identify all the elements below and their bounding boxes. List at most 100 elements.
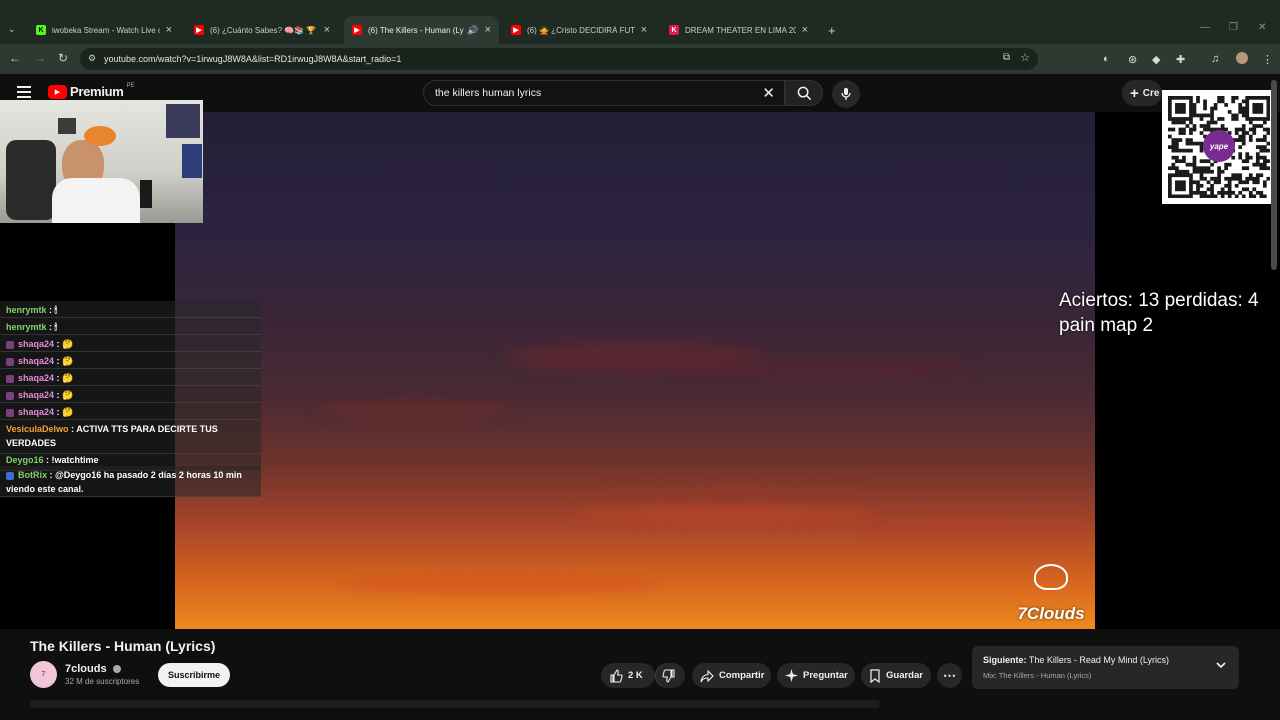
subscriber-badge-icon [6,408,14,417]
close-window-icon[interactable]: ✕ [1258,22,1266,33]
share-label: Compartir [719,670,765,681]
cloud-logo-icon [1034,564,1068,590]
thumbs-down-icon [662,668,675,683]
chat-username: shaqa24 [18,390,55,400]
extension-icon[interactable]: ◆ [1152,53,1160,66]
audio-playing-icon[interactable]: 🔊 [467,25,478,36]
hamburger-menu-icon[interactable] [17,86,31,98]
ask-label: Preguntar [803,670,848,681]
chat-text: 🕯 [54,305,58,315]
country-code: PE [126,82,135,89]
subscriber-badge-icon [6,340,14,349]
up-next-playlist: Mix: The Killers - Human (Lyrics) [983,671,1092,680]
description-box-edge [30,700,880,708]
subscriber-badge-icon [6,374,14,383]
bookmark-icon [870,668,880,683]
channel-name-text: 7clouds [65,663,107,675]
yape-logo: yape [1203,130,1235,162]
chat-message: shaqa24 : 🤔 [6,405,256,419]
share-button[interactable]: Compartir [692,663,771,688]
extension-icon[interactable]: ⊛ [1128,53,1137,66]
chat-message: shaqa24 : 🤔 [6,371,256,385]
site-info-icon[interactable]: ⚙ [88,53,96,64]
url-text: youtube.com/watch?v=1irwugJ8W8A&list=RD1… [104,54,402,64]
kick-icon: K [36,25,46,35]
url-bar[interactable]: ⚙ youtube.com/watch?v=1irwugJ8W8A&list=R… [80,48,1038,70]
clear-search-icon[interactable]: ✕ [762,84,775,102]
extensions-puzzle-icon[interactable]: ✚ [1176,53,1185,66]
7clouds-watermark: 7Clouds [1016,564,1086,624]
close-tab-icon[interactable]: × [324,24,330,36]
up-next-title: The Killers - Read My Mind (Lyrics) [1028,655,1170,665]
chat-username: henrymtk [6,305,47,315]
install-app-icon[interactable]: ⧉ [1003,52,1010,63]
tab-cristo[interactable]: ▶ (6) 🙅 ¿Cristo DECIDIRÁ FUTUR × [503,16,655,44]
create-button[interactable]: + Cre [1122,80,1162,106]
profile-avatar[interactable] [1236,52,1248,64]
watermark-text: 7Clouds [1017,604,1085,623]
search-input[interactable]: the killers human lyrics ✕ [423,80,785,106]
chat-username: VesiculaDelwo [6,424,69,434]
chat-message: Deygo16 : !watchtime [6,455,99,465]
up-next-line: Siguiente: The Killers - Read My Mind (L… [983,655,1169,665]
close-tab-icon[interactable]: × [166,24,172,36]
wall-poster [182,144,202,178]
chat-message: shaqa24 : 🤔 [6,388,256,402]
streamer-shirt [52,178,140,223]
thumbs-up-icon [610,668,623,683]
new-tab-button[interactable]: + [820,16,840,44]
close-tab-icon[interactable]: × [802,24,808,36]
maximize-icon[interactable]: ❐ [1229,22,1238,33]
extension-icon[interactable]: ◐ [1103,53,1110,65]
chat-username: shaqa24 [18,339,55,349]
tab-cuanto-sabes[interactable]: ▶ (6) ¿Cuánto Sabes? 🧠📚 🏆 C × [186,16,338,44]
tab-kick-stream[interactable]: K iwobeka Stream - Watch Live o × [28,16,180,44]
bookmark-star-icon[interactable]: ☆ [1020,51,1030,64]
close-tab-icon[interactable]: × [485,24,491,36]
orange-decoration [84,126,116,146]
chrome-menu-icon[interactable]: ⋮ [1262,53,1273,66]
scrollbar-thumb[interactable] [1271,80,1277,270]
bot-badge-icon [6,471,14,480]
tab-title: (6) 🙅 ¿Cristo DECIDIRÁ FUTUR [527,25,635,35]
youtube-play-icon: ▶ [48,84,67,99]
up-next-panel[interactable]: Siguiente: The Killers - Read My Mind (L… [972,646,1239,689]
subscriber-badge-icon [6,357,14,366]
score-line: Aciertos: 13 perdidas: 4 [1059,290,1259,311]
subscribe-button[interactable]: Suscribirme [158,663,230,687]
youtube-icon: ▶ [352,25,362,35]
media-control-icon[interactable]: ♫ [1211,53,1219,65]
voice-search-button[interactable] [832,80,860,108]
channel-avatar[interactable]: 7 [30,661,57,688]
chat-message: shaqa24 : 🤔 [6,337,256,351]
tab-title: iwobeka Stream - Watch Live o [52,25,160,35]
search-icon [797,86,811,100]
chat-message: VesiculaDelwo : ACTIVA TTS PARA DECIRTE … [6,424,218,448]
youtube-premium-logo[interactable]: ▶ Premium PE [48,82,135,99]
close-tab-icon[interactable]: × [641,24,647,36]
browser-tabstrip: ⌄ K iwobeka Stream - Watch Live o × ▶ (6… [0,0,1280,44]
like-button[interactable]: 2 K [601,663,655,688]
chat-text: 🤔 [62,407,74,417]
video-frame-sunset [175,112,1095,629]
tab-search-chevron-icon[interactable]: ⌄ [8,24,16,35]
microphone-icon [841,88,851,100]
dislike-button[interactable] [655,663,685,688]
ask-button[interactable]: Preguntar [777,663,855,688]
chat-username: shaqa24 [18,407,55,417]
reload-icon[interactable]: ↻ [58,51,68,65]
tab-the-killers-active[interactable]: ▶ (6) The Killers - Human (Lyr 🔊 × [344,16,499,44]
plus-icon: + [1130,84,1139,102]
map-line: pain map 2 [1059,315,1154,336]
minimize-icon[interactable]: — [1200,22,1210,33]
more-actions-icon[interactable]: ⋯ [937,663,962,688]
forward-icon[interactable]: → [34,51,46,65]
chevron-down-icon[interactable] [1215,659,1227,671]
channel-name[interactable]: 7clouds [65,663,121,675]
back-icon[interactable]: ← [9,51,21,65]
teleticket-icon: K [669,25,679,35]
save-button[interactable]: Guardar [861,663,931,688]
search-button[interactable] [785,80,823,106]
chat-message: henrymtk : 🕯 [6,305,58,315]
tab-dream-theater[interactable]: K DREAM THEATER EN LIMA 2026 × [661,16,816,44]
